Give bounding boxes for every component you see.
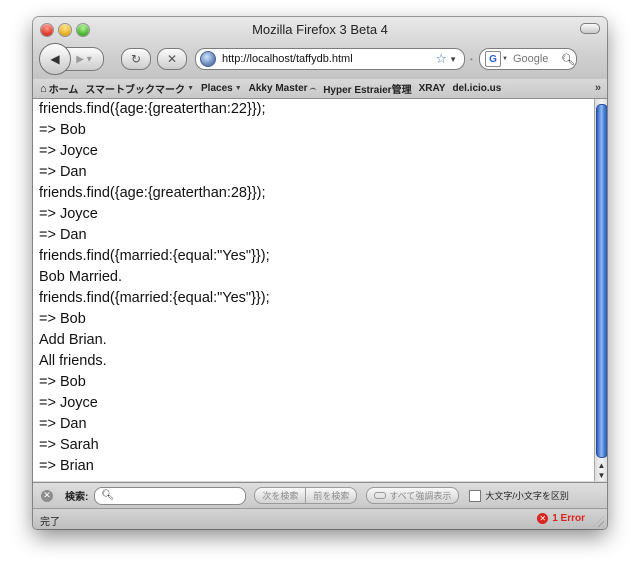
find-next-button[interactable]: 次を検索 [254, 487, 307, 504]
log-line: => Dan [39, 164, 87, 180]
stop-button[interactable]: ✕ [157, 48, 187, 70]
forward-arrow-icon: ▶ ▾ [76, 53, 92, 65]
log-line: => Bob [39, 311, 86, 327]
bookmark-label: Hyper Estraier管理 [323, 85, 412, 96]
close-icon[interactable]: ✕ [41, 489, 53, 502]
search-bar[interactable]: G ▼ 🔍︎ [479, 48, 577, 70]
log-line: => Sarah [39, 437, 99, 453]
bookmark-hyper-estraier[interactable]: Hyper Estraier管理 [323, 81, 411, 96]
match-case-label: 大文字/小文字を区別 [485, 491, 569, 501]
error-indicator[interactable]: ✕ 1 Error [537, 513, 585, 524]
bookmark-label: XRAY [418, 83, 446, 94]
bookmark-akky-master[interactable]: Akky Master ෴ [249, 83, 317, 94]
browser-window: Mozilla Firefox 3 Beta 4 ◀ ▶ ▾ ↻ ✕ ☆ ▼ •… [33, 17, 607, 529]
status-bar: 完了 ✕ 1 Error [33, 508, 607, 529]
search-engine-dropdown-icon[interactable]: ▼ [502, 56, 508, 62]
status-text: 完了 [40, 517, 60, 528]
find-field[interactable]: 🔍︎ [94, 486, 247, 505]
bookmark-places[interactable]: Places ▼ [201, 83, 242, 94]
highlight-icon [374, 492, 387, 499]
highlight-all-button[interactable]: すべて強調表示 [366, 487, 460, 504]
chevron-down-icon: ▼ [187, 85, 194, 92]
chevron-right-icon[interactable]: » [595, 82, 601, 94]
bookmark-label: Places [201, 83, 233, 94]
log-line: Add Brian. [39, 332, 107, 348]
back-arrow-icon: ◀ [50, 52, 60, 66]
bookmark-label: スマートブックマーク [85, 85, 186, 96]
log-line: All friends. [39, 353, 107, 369]
bookmark-xray[interactable]: XRAY [419, 83, 446, 94]
log-line: => Dan [39, 227, 87, 243]
scroll-thumb[interactable] [596, 104, 607, 458]
log-line: => Bob [39, 374, 86, 390]
resize-grip-icon[interactable] [593, 516, 604, 527]
log-line: => Bob [39, 122, 86, 138]
log-line: => Joyce [39, 143, 98, 159]
chevron-down-icon: ▼ [234, 85, 242, 92]
bookmark-label: Akky Master [248, 83, 308, 94]
toolbar-toggle-button[interactable] [580, 23, 600, 34]
bookmark-label: del.icio.us [452, 83, 502, 94]
error-count: 1 Error [552, 513, 585, 524]
url-history-dropdown-icon[interactable]: ▼ [449, 55, 457, 64]
site-identity-icon[interactable] [200, 51, 216, 67]
find-previous-button[interactable]: 前を検索 [306, 487, 358, 504]
scroll-down-arrow-icon[interactable]: ▼ [597, 471, 606, 480]
page-content: friends.find({age:{greaterthan:22}}); => … [33, 99, 594, 481]
bookmarks-toolbar: ⌂ ホーム スマートブックマーク ▼ Places ▼ Akky Master … [33, 79, 607, 99]
find-bar: ✕ 検索: 🔍︎ 次を検索 前を検索 すべて強調表示 大文字/小文字を区別 [33, 482, 607, 508]
bookmark-smart-bookmarks[interactable]: スマートブックマーク ▼ [85, 81, 194, 96]
magnifier-icon[interactable]: 🔍︎ [561, 53, 575, 66]
log-line: Bob Married. [39, 269, 123, 285]
highlight-all-label: すべて強調表示 [389, 491, 452, 501]
log-line: => Dan [39, 416, 87, 432]
navigation-buttons: ◀ ▶ ▾ [39, 43, 111, 75]
scroll-up-arrow-icon[interactable]: ▲ [597, 461, 606, 470]
star-icon[interactable]: ☆ [435, 51, 447, 67]
output-log: friends.find({age:{greaterthan:22}}); => … [33, 99, 594, 477]
back-button[interactable]: ◀ [39, 43, 71, 75]
bookmark-label: ホーム [48, 85, 79, 96]
magnifier-icon: 🔍︎ [101, 490, 115, 501]
bookmark-home[interactable]: ⌂ ホーム [40, 81, 79, 97]
vertical-scrollbar[interactable]: ▲ ▼ [594, 99, 607, 481]
toolbar-separator: • [470, 55, 473, 64]
toolbar-area: Mozilla Firefox 3 Beta 4 ◀ ▶ ▾ ↻ ✕ ☆ ▼ •… [33, 17, 607, 80]
log-line: => Joyce [39, 206, 98, 222]
rss-icon: ෴ [309, 84, 317, 92]
window-title: Mozilla Firefox 3 Beta 4 [252, 22, 388, 37]
match-case-checkbox[interactable] [469, 489, 482, 502]
log-line: => Joyce [39, 395, 98, 411]
stop-icon: ✕ [166, 52, 178, 66]
error-icon: ✕ [537, 513, 549, 524]
search-engine-icon[interactable]: G [485, 51, 501, 67]
home-icon: ⌂ [40, 82, 47, 95]
log-line: friends.find({age:{greaterthan:22}}); [39, 101, 266, 117]
reload-icon: ↻ [130, 52, 142, 66]
bookmark-delicious[interactable]: del.icio.us [452, 83, 501, 94]
url-input[interactable] [222, 53, 436, 65]
url-bar[interactable]: ☆ ▼ [195, 48, 465, 70]
find-navigation: 次を検索 前を検索 [254, 487, 358, 504]
log-line: friends.find({married:{equal:"Yes"}}); [39, 248, 270, 264]
log-line: friends.find({married:{equal:"Yes"}}); [39, 290, 270, 306]
find-input[interactable] [117, 490, 246, 501]
search-input[interactable] [512, 53, 557, 65]
log-line: => Brian [39, 458, 94, 474]
reload-button[interactable]: ↻ [121, 48, 151, 70]
find-label: 検索: [65, 492, 89, 503]
log-line: friends.find({age:{greaterthan:28}}); [39, 185, 266, 201]
